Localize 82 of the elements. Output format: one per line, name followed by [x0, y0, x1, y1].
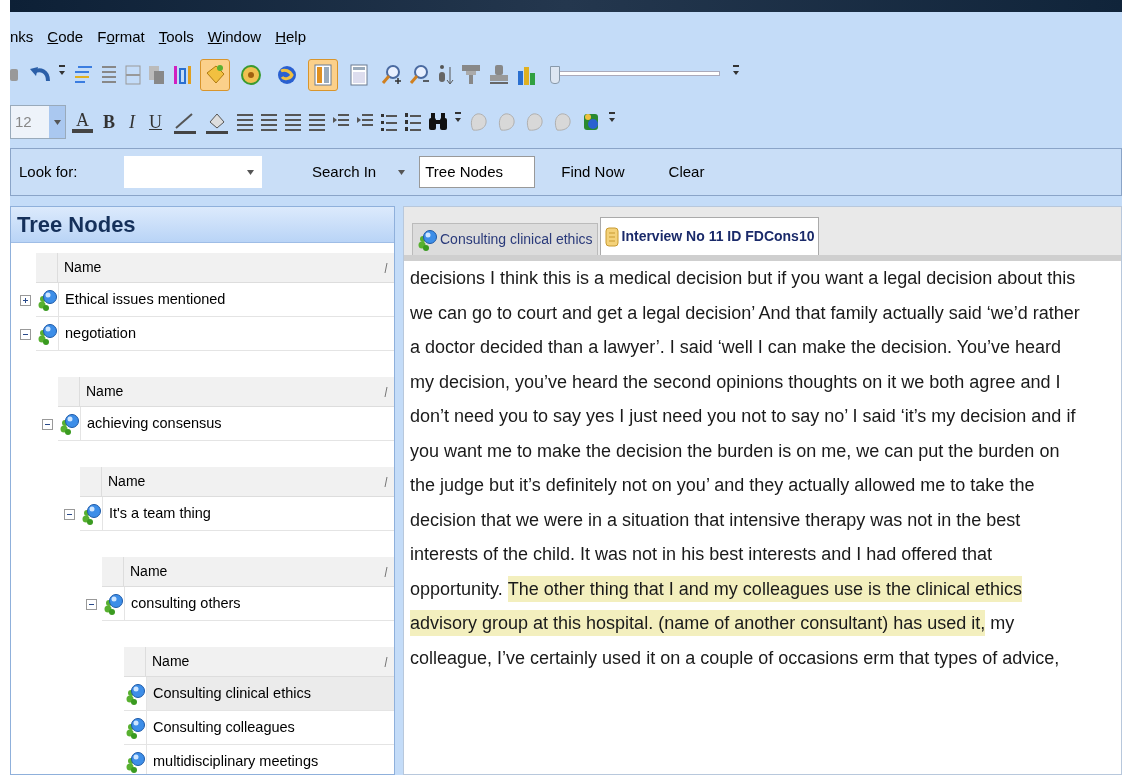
resize-mark-icon [384, 656, 388, 667]
disc-icon [240, 63, 262, 87]
tree-node[interactable]: It's a team thing [102, 497, 394, 531]
expand-icon[interactable] [19, 294, 31, 306]
filter-icon[interactable] [460, 63, 482, 87]
tree-node[interactable]: negotiation [58, 317, 394, 351]
tree-node[interactable]: Ethical issues mentioned [58, 283, 394, 317]
zoom-out-icon[interactable] [408, 63, 430, 87]
menu-item[interactable]: Code [47, 25, 84, 49]
numbered-list-icon[interactable] [404, 110, 422, 134]
highlighted-text: The other thing that I and my colleagues use is the clinical ethics [507, 575, 1023, 602]
underline-button[interactable]: U [145, 108, 166, 136]
node-icon[interactable] [59, 412, 79, 435]
collapse-icon[interactable] [85, 598, 97, 610]
menu-item[interactable]: Window [207, 25, 262, 49]
collapse-icon[interactable] [19, 328, 31, 340]
transcript-text: interests of the child. It was not in his best interests and I had offered that [410, 543, 992, 567]
dropdown-caret-icon[interactable] [53, 119, 61, 125]
highlighted-text: advisory group at this hospital. (name of another consultant) has used it, [410, 610, 986, 637]
columns-icon [312, 63, 334, 87]
transcript-text: you want me to make the decision the burden is on me, we can put the burden on [410, 439, 1060, 463]
resize-mark-icon [384, 566, 388, 577]
node-icon[interactable] [125, 682, 145, 705]
bars-icon[interactable] [172, 63, 194, 87]
font-color-button[interactable]: A [72, 111, 93, 133]
dropdown-caret-icon[interactable] [247, 169, 254, 175]
panel-icon [348, 63, 370, 87]
column-header[interactable]: Name [80, 467, 394, 497]
clear-button[interactable]: Clear [666, 160, 707, 184]
transcript-text: opportunity. [410, 577, 503, 601]
line-color-icon[interactable] [172, 110, 198, 134]
transcript-text: we can go to court and get a legal decision’ And that family actually said ‘we’d rather [410, 301, 1080, 325]
transcript-text: the judge but it’s definitely not on you’ and they actually allowed me to take the [410, 474, 1035, 498]
transcript-text: my [990, 612, 1015, 636]
node-icon[interactable] [81, 502, 101, 525]
transcript-text: colleague, I’ve certainly used it on a couple of occasions erm that types of advice, [410, 646, 1060, 670]
resize-mark-icon [384, 386, 388, 397]
resize-mark-icon [384, 476, 388, 487]
node-icon[interactable] [37, 288, 57, 311]
globe-icon [276, 63, 298, 87]
bold-button[interactable]: B [99, 108, 119, 136]
dropdown-caret-icon[interactable] [398, 169, 406, 175]
column-header[interactable]: Name [58, 377, 394, 407]
resize-mark-icon [384, 262, 388, 273]
node-icon[interactable] [125, 750, 145, 773]
menu-item[interactable]: Help [275, 25, 306, 49]
tab[interactable]: Interview No 11 ID FDCons10 [599, 217, 820, 255]
node-icon[interactable] [103, 592, 123, 615]
field-label: Search In [312, 161, 377, 182]
transcript-text: a doctor decided than a lawyer’. I said ‘well I can make the decision. You’ve heard [410, 336, 1062, 360]
column-header[interactable]: Name [124, 647, 394, 677]
menu-item[interactable]: Tools [158, 25, 194, 49]
column-header[interactable]: Name [36, 253, 394, 283]
node-icon [417, 228, 437, 251]
node-icon[interactable] [37, 322, 57, 345]
menu-item[interactable]: nks [10, 25, 34, 49]
column-header[interactable]: Name [102, 557, 394, 587]
collapse-icon[interactable] [63, 508, 75, 520]
transcript-text: my decision, you’ve heard the second opinions thoughts on it we both agree and I [410, 370, 1061, 394]
tree-node[interactable]: Consulting colleagues [146, 711, 394, 745]
italic-button[interactable]: I [125, 108, 139, 136]
transcript-text: don’t need you to say yes I just need you not to say no’ I said ‘it’s my decision and if [410, 405, 1076, 429]
tree-node[interactable]: consulting others [124, 587, 394, 621]
node-icon[interactable] [125, 716, 145, 739]
panel-title: Tree Nodes [17, 211, 136, 239]
tab[interactable]: Consulting clinical ethics [412, 223, 598, 255]
transcript-text: decisions I think this is a medical decision but if you want a legal decision about this [410, 267, 1076, 291]
toolbar-button[interactable] [308, 59, 338, 91]
document-icon [604, 226, 619, 247]
search-in-field[interactable]: Tree Nodes [419, 156, 536, 188]
slider-thumb[interactable] [550, 66, 560, 84]
sort-icon[interactable] [436, 63, 454, 87]
collapse-icon[interactable] [41, 418, 53, 430]
field-label: Look for: [19, 161, 79, 182]
menu-item[interactable]: Format [97, 25, 145, 49]
transcript-text: decision that we were in a situation that intensive therapy was not in the best [410, 508, 1021, 532]
zoom-slider[interactable] [550, 65, 720, 85]
tree-node[interactable]: achieving consensus [80, 407, 394, 441]
find-now-button[interactable]: Find Now [559, 160, 627, 184]
zoom-in-icon[interactable] [380, 63, 402, 87]
copy-icon[interactable] [148, 63, 166, 87]
tree-node[interactable]: Consulting clinical ethics [146, 677, 394, 711]
